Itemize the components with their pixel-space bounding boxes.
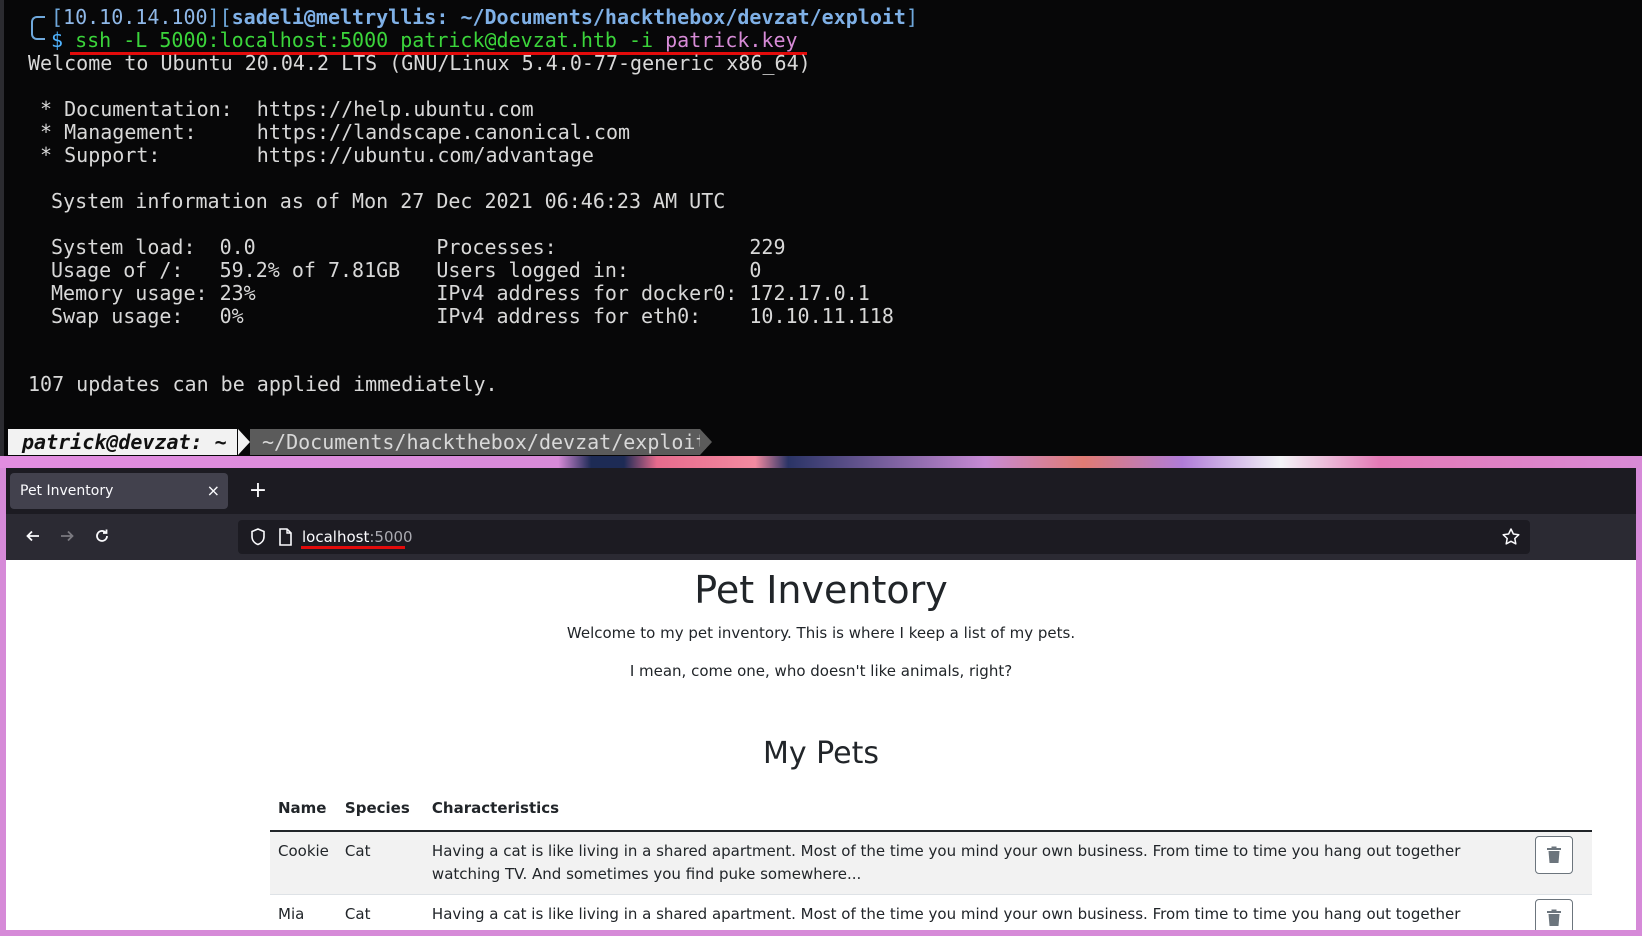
stats-line: System load: 0.0 Processes: 229: [51, 235, 786, 259]
prompt-header: [10.10.14.100][sadeli@meltryllis: ~/Docu…: [51, 5, 919, 29]
desktop-wallpaper-strip: [0, 456, 1642, 468]
pet-species: Cat: [336, 894, 424, 930]
back-arrow-icon[interactable]: [18, 522, 48, 552]
pet-name: Mia: [270, 894, 337, 930]
welcome-line: Welcome to Ubuntu 20.04.2 LTS (GNU/Linux…: [28, 51, 811, 75]
row-actions: [1516, 894, 1592, 930]
column-header-characteristics: Characteristics: [423, 786, 1516, 832]
row-actions: [1516, 831, 1592, 895]
tab-title: Pet Inventory: [20, 483, 114, 499]
prompt-user-host: sadeli@meltryllis:: [231, 5, 449, 29]
url-red-underline: [301, 546, 405, 549]
pets-table: Name Species Characteristics Cookie Cat …: [270, 786, 1592, 930]
status-user-segment: patrick@devzat: ~: [8, 429, 237, 455]
docs-line: * Documentation: https://help.ubuntu.com: [28, 97, 534, 121]
support-line: * Support: https://ubuntu.com/advantage: [28, 143, 594, 167]
status-separator-arrow: [238, 429, 250, 455]
page-icon[interactable]: [276, 527, 294, 547]
command-line: $ ssh -L 5000:localhost:5000 patrick@dev…: [51, 28, 798, 52]
shield-icon[interactable]: [248, 527, 268, 547]
stats-line: Usage of /: 59.2% of 7.81GB Users logged…: [51, 258, 762, 282]
new-tab-button[interactable]: +: [244, 473, 272, 509]
forward-arrow-icon[interactable]: [52, 522, 82, 552]
pet-characteristics: Having a cat is like living in a shared …: [423, 831, 1516, 895]
trash-icon: [1547, 909, 1561, 926]
page-title: Pet Inventory: [694, 568, 948, 612]
pet-name: Cookie: [270, 831, 337, 895]
pet-characteristics: Having a cat is like living in a shared …: [423, 894, 1516, 930]
pet-species: Cat: [336, 831, 424, 895]
intro-text-2: I mean, come one, who doesn't like anima…: [629, 662, 1013, 680]
prompt-corner-decoration: [31, 16, 45, 40]
table-row: Mia Cat Having a cat is like living in a…: [270, 894, 1592, 930]
sysinfo-line: System information as of Mon 27 Dec 2021…: [51, 189, 726, 213]
trash-icon: [1547, 846, 1561, 863]
url-port: :5000: [369, 528, 413, 546]
intro-text: Welcome to my pet inventory. This is whe…: [566, 624, 1076, 642]
terminal-status-bar: patrick@devzat: ~ ~/Documents/hackthebox…: [8, 429, 1642, 455]
delete-button[interactable]: [1535, 899, 1573, 930]
star-icon[interactable]: [1500, 526, 1522, 548]
navigation-toolbar: localhost:5000: [6, 514, 1636, 560]
delete-button[interactable]: [1535, 836, 1573, 874]
tab-pet-inventory[interactable]: Pet Inventory ×: [10, 473, 228, 509]
ssh-command: ssh -L 5000:localhost:5000 patrick@devza…: [75, 28, 654, 52]
status-path-segment: ~/Documents/hackthebox/devzat/exploit: [250, 429, 708, 455]
address-bar[interactable]: localhost:5000: [238, 520, 1530, 554]
column-header-species: Species: [336, 786, 424, 832]
close-icon[interactable]: ×: [207, 473, 220, 509]
tab-bar: Pet Inventory × +: [6, 468, 1636, 514]
url-host: localhost: [302, 528, 370, 546]
updates-line: 107 updates can be applied immediately.: [28, 372, 498, 396]
status-separator-arrow: [700, 429, 712, 455]
prompt-path: ~/Documents/hackthebox/devzat/exploit: [460, 5, 906, 29]
table-header-row: Name Species Characteristics: [270, 786, 1592, 832]
reload-icon[interactable]: [87, 522, 117, 552]
stats-line: Swap usage: 0% IPv4 address for eth0: 10…: [51, 304, 894, 328]
column-header-actions: [1516, 786, 1592, 832]
management-line: * Management: https://landscape.canonica…: [28, 120, 631, 144]
ssh-keyfile: patrick.key: [665, 28, 798, 52]
terminal-window[interactable]: [10.10.14.100][sadeli@meltryllis: ~/Docu…: [0, 0, 1642, 456]
page-content: Pet Inventory Welcome to my pet inventor…: [6, 560, 1636, 930]
browser-window[interactable]: Pet Inventory × + localhost:5000 Pet Inv…: [0, 468, 1642, 936]
prompt-ip: 10.10.14.100: [63, 5, 208, 29]
pets-heading: My Pets: [762, 736, 880, 771]
prompt-dollar: $: [51, 28, 64, 52]
stats-line: Memory usage: 23% IPv4 address for docke…: [51, 281, 870, 305]
table-row: Cookie Cat Having a cat is like living i…: [270, 831, 1592, 895]
column-header-name: Name: [270, 786, 337, 832]
